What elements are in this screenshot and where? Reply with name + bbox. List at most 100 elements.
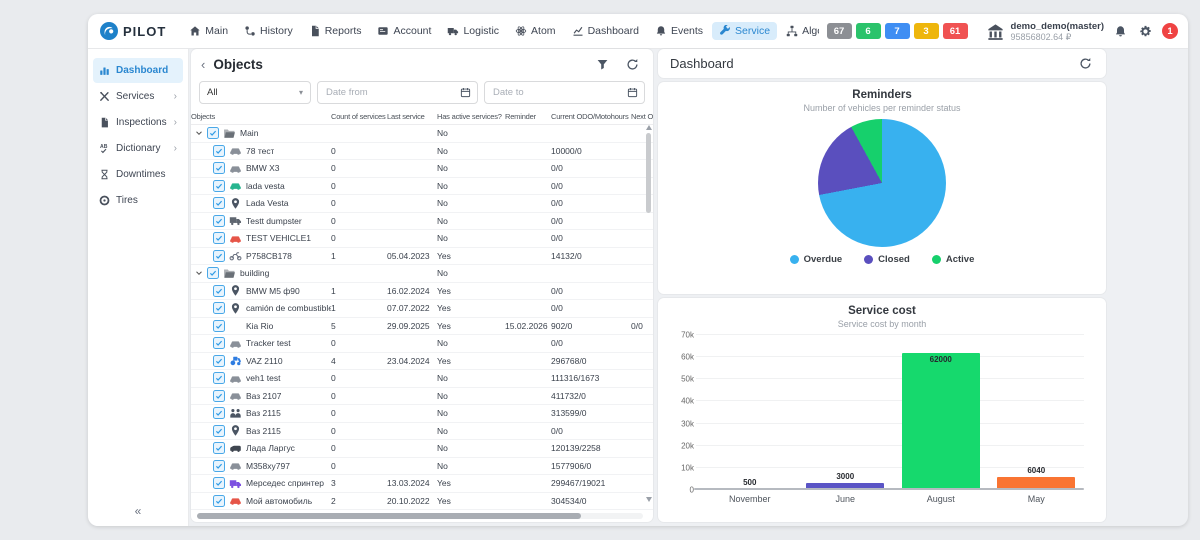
row-checkbox[interactable] bbox=[213, 250, 225, 262]
table-row[interactable]: BMW X30No0/0 bbox=[191, 160, 653, 178]
nav-item-logistic[interactable]: Logistic bbox=[440, 22, 506, 40]
object-type-select[interactable]: All ▾ bbox=[199, 81, 311, 104]
table-group-row[interactable]: MainNo bbox=[191, 125, 653, 143]
date-from-field bbox=[317, 81, 478, 104]
row-checkbox[interactable] bbox=[213, 197, 225, 209]
sidebar-item-tires[interactable]: Tires bbox=[93, 188, 183, 213]
notifications-bell-icon[interactable] bbox=[1112, 23, 1129, 40]
row-checkbox[interactable] bbox=[207, 267, 219, 279]
pilot-logo[interactable]: PILOT bbox=[100, 22, 166, 40]
table-row[interactable]: Ваз 21150No0/0 bbox=[191, 423, 653, 441]
table-row[interactable]: M358ху7970No1577906/0 bbox=[191, 458, 653, 476]
row-checkbox[interactable] bbox=[213, 442, 225, 454]
row-checkbox[interactable] bbox=[213, 337, 225, 349]
calendar-icon[interactable] bbox=[460, 87, 471, 98]
horizontal-scroll-thumb[interactable] bbox=[197, 513, 581, 519]
table-row[interactable]: 78 тест0No10000/0 bbox=[191, 143, 653, 161]
nav-item-dashboard[interactable]: Dashboard bbox=[565, 22, 646, 40]
nav-item-atom[interactable]: Atom bbox=[508, 22, 563, 40]
nav-item-service[interactable]: Service bbox=[712, 22, 777, 40]
sidebar-item-services[interactable]: Services› bbox=[93, 84, 183, 109]
horizontal-scrollbar[interactable] bbox=[197, 513, 643, 519]
nav-item-account[interactable]: Account bbox=[370, 22, 438, 40]
counter-badge[interactable]: 6 bbox=[856, 23, 881, 39]
x-axis-label: June bbox=[798, 494, 894, 504]
sidebar-item-dashboard[interactable]: Dashboard bbox=[93, 58, 183, 83]
row-checkbox[interactable] bbox=[213, 232, 225, 244]
row-checkbox[interactable] bbox=[207, 127, 219, 139]
legend-item-active[interactable]: Active bbox=[932, 254, 975, 265]
table-row[interactable]: Ваз 21070No411732/0 bbox=[191, 388, 653, 406]
vertical-scrollbar[interactable] bbox=[645, 125, 652, 502]
sidebar-item-label: Services bbox=[116, 91, 168, 102]
row-checkbox[interactable] bbox=[213, 390, 225, 402]
row-checkbox[interactable] bbox=[213, 425, 225, 437]
expand-chevron-icon[interactable] bbox=[195, 129, 203, 137]
row-checkbox[interactable] bbox=[213, 477, 225, 489]
nav-item-main[interactable]: Main bbox=[182, 22, 235, 40]
row-checkbox[interactable] bbox=[213, 285, 225, 297]
table-row[interactable]: Tracker test0No0/0 bbox=[191, 335, 653, 353]
dashboard-title: Dashboard bbox=[670, 56, 1077, 71]
table-row[interactable]: Мерседес спринтер313.03.2024Yes299467/19… bbox=[191, 475, 653, 493]
filter-funnel-icon[interactable] bbox=[594, 56, 611, 73]
row-checkbox[interactable] bbox=[213, 320, 225, 332]
row-checkbox[interactable] bbox=[213, 460, 225, 472]
refresh-icon[interactable] bbox=[624, 56, 641, 73]
table-row[interactable]: TEST VEHICLE10No0/0 bbox=[191, 230, 653, 248]
settings-gear-icon[interactable] bbox=[1137, 23, 1154, 40]
vertical-scroll-thumb[interactable] bbox=[646, 133, 651, 213]
row-checkbox[interactable] bbox=[213, 162, 225, 174]
sidebar-item-dictionary[interactable]: ABDictionary› bbox=[93, 136, 183, 161]
table-row[interactable]: camión de combustible107.07.2022Yes0/0 bbox=[191, 300, 653, 318]
row-checkbox[interactable] bbox=[213, 215, 225, 227]
table-row[interactable]: Лада Ларгус0No120139/2258 bbox=[191, 440, 653, 458]
row-checkbox[interactable] bbox=[213, 302, 225, 314]
row-checkbox[interactable] bbox=[213, 372, 225, 384]
counter-badge[interactable]: 67 bbox=[827, 23, 852, 39]
refresh-icon[interactable] bbox=[1077, 55, 1094, 72]
row-checkbox[interactable] bbox=[213, 495, 225, 507]
table-row[interactable]: Мой мотоцикл113.03.2024Yes1221935/0 bbox=[191, 510, 653, 512]
table-row[interactable]: Lada Vesta0No0/0 bbox=[191, 195, 653, 213]
nav-item-history[interactable]: History bbox=[237, 22, 300, 40]
row-checkbox[interactable] bbox=[213, 180, 225, 192]
legend-item-closed[interactable]: Closed bbox=[864, 254, 910, 265]
nav-item-reports[interactable]: Reports bbox=[302, 22, 369, 40]
table-row[interactable]: veh1 test0No111316/1673 bbox=[191, 370, 653, 388]
table-row[interactable]: Ваз 21150No313599/0 bbox=[191, 405, 653, 423]
table-row[interactable]: BMW M5 ф90116.02.2024Yes0/0 bbox=[191, 283, 653, 301]
calendar-icon[interactable] bbox=[627, 87, 638, 98]
sidebar-collapse-button[interactable]: « bbox=[88, 504, 188, 518]
table-row[interactable]: Testt dumpster0No0/0 bbox=[191, 213, 653, 231]
alerts-count-badge[interactable]: 1 bbox=[1162, 23, 1178, 39]
counter-badge[interactable]: 61 bbox=[943, 23, 968, 39]
date-to-input[interactable] bbox=[491, 86, 627, 99]
row-checkbox[interactable] bbox=[213, 145, 225, 157]
table-group-row[interactable]: buildingNo bbox=[191, 265, 653, 283]
nav-item-events[interactable]: Events bbox=[648, 22, 710, 40]
last-cell: 20.10.2022 bbox=[387, 496, 437, 506]
scroll-down-arrow[interactable] bbox=[646, 497, 652, 502]
app-window: PILOT MainHistoryReportsAccountLogisticA… bbox=[88, 14, 1188, 526]
table-row[interactable]: VAZ 2110423.04.2024Yes296768/0 bbox=[191, 353, 653, 371]
table-row[interactable]: Мой автомобиль220.10.2022Yes304534/0 bbox=[191, 493, 653, 511]
back-chevron-icon[interactable]: ‹ bbox=[201, 58, 205, 71]
nav-item-algorithms[interactable]: Algorithms bbox=[779, 22, 818, 40]
date-from-input[interactable] bbox=[324, 86, 460, 99]
counter-badge[interactable]: 3 bbox=[914, 23, 939, 39]
table-row[interactable]: P758CB178105.04.2023Yes14132/0 bbox=[191, 248, 653, 266]
active-cell: No bbox=[437, 181, 505, 191]
legend-item-overdue[interactable]: Overdue bbox=[790, 254, 843, 265]
table-row[interactable]: Kia Rio529.09.2025Yes15.02.2026902/00/0 bbox=[191, 318, 653, 336]
expand-chevron-icon[interactable] bbox=[195, 269, 203, 277]
table-row[interactable]: lada vesta0No0/0 bbox=[191, 178, 653, 196]
user-menu[interactable]: demo_demo(master) 95856802.64 ₽ bbox=[986, 21, 1104, 42]
sidebar-item-downtimes[interactable]: Downtimes bbox=[93, 162, 183, 187]
scroll-up-arrow[interactable] bbox=[646, 125, 652, 130]
row-checkbox[interactable] bbox=[213, 407, 225, 419]
counter-badge[interactable]: 7 bbox=[885, 23, 910, 39]
sidebar-item-inspections[interactable]: Inspections› bbox=[93, 110, 183, 135]
row-checkbox[interactable] bbox=[213, 355, 225, 367]
odo-cell: 14132/0 bbox=[551, 251, 631, 261]
